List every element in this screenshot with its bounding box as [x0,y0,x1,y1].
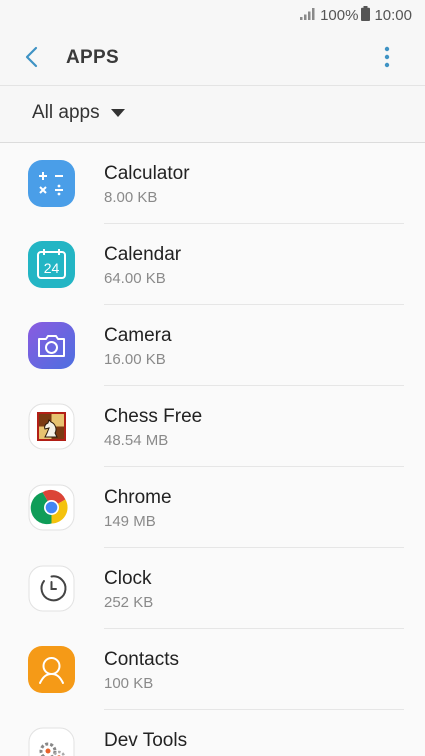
app-size: 149 MB [104,513,156,530]
app-size: 8.00 KB [104,189,158,206]
battery-level: 100% [320,6,359,24]
clock-icon [28,565,75,612]
app-row-calculator[interactable]: Calculator 8.00 KB [0,143,425,224]
signal-icon [300,7,316,24]
app-filter-dropdown[interactable]: All apps [32,102,126,124]
back-arrow-icon [25,46,38,68]
clock-time: 10:00 [374,6,412,24]
svg-text:24: 24 [44,260,60,276]
chess-icon [28,403,75,450]
battery-icon [361,5,371,25]
more-vert-icon [384,46,390,68]
filter-bar: All apps [0,86,425,143]
calculator-icon [28,160,75,207]
status-bar: 100% 10:00 [0,0,425,30]
app-name: Clock [104,568,152,589]
app-name: Calendar [104,244,182,265]
back-button[interactable] [20,43,46,71]
more-options-button[interactable] [375,43,399,71]
app-size: 64.00 KB [104,270,166,287]
app-row-calendar[interactable]: 24 Calendar 64.00 KB [0,224,425,305]
app-name: Dev Tools [104,730,188,751]
app-list: Calculator 8.00 KB 24 Calendar 64.00 KB [0,143,425,756]
app-row-camera[interactable]: Camera 16.00 KB [0,305,425,386]
app-name: Camera [104,325,172,346]
app-row-chrome[interactable]: Chrome 149 MB [0,467,425,548]
page-title: APPS [66,47,119,68]
app-row-dev-tools[interactable]: Dev Tools [0,710,425,756]
camera-icon [28,322,75,369]
app-size: 252 KB [104,594,154,611]
app-row-chess-free[interactable]: Chess Free 48.54 MB [0,386,425,467]
app-name: Chess Free [104,406,203,427]
contacts-icon [28,646,75,693]
app-name: Chrome [104,487,172,508]
filter-label: All apps [32,102,100,123]
app-size: 48.54 MB [104,432,169,449]
dev-tools-icon [28,727,75,756]
chrome-icon [28,484,75,531]
app-name: Calculator [104,163,190,184]
app-row-clock[interactable]: Clock 252 KB [0,548,425,629]
app-row-contacts[interactable]: Contacts 100 KB [0,629,425,710]
dropdown-caret-icon [110,109,125,117]
app-size: 16.00 KB [104,351,166,368]
calendar-icon: 24 [28,241,75,288]
app-bar: APPS [0,30,425,86]
app-size: 100 KB [104,675,154,692]
app-name: Contacts [104,649,179,670]
